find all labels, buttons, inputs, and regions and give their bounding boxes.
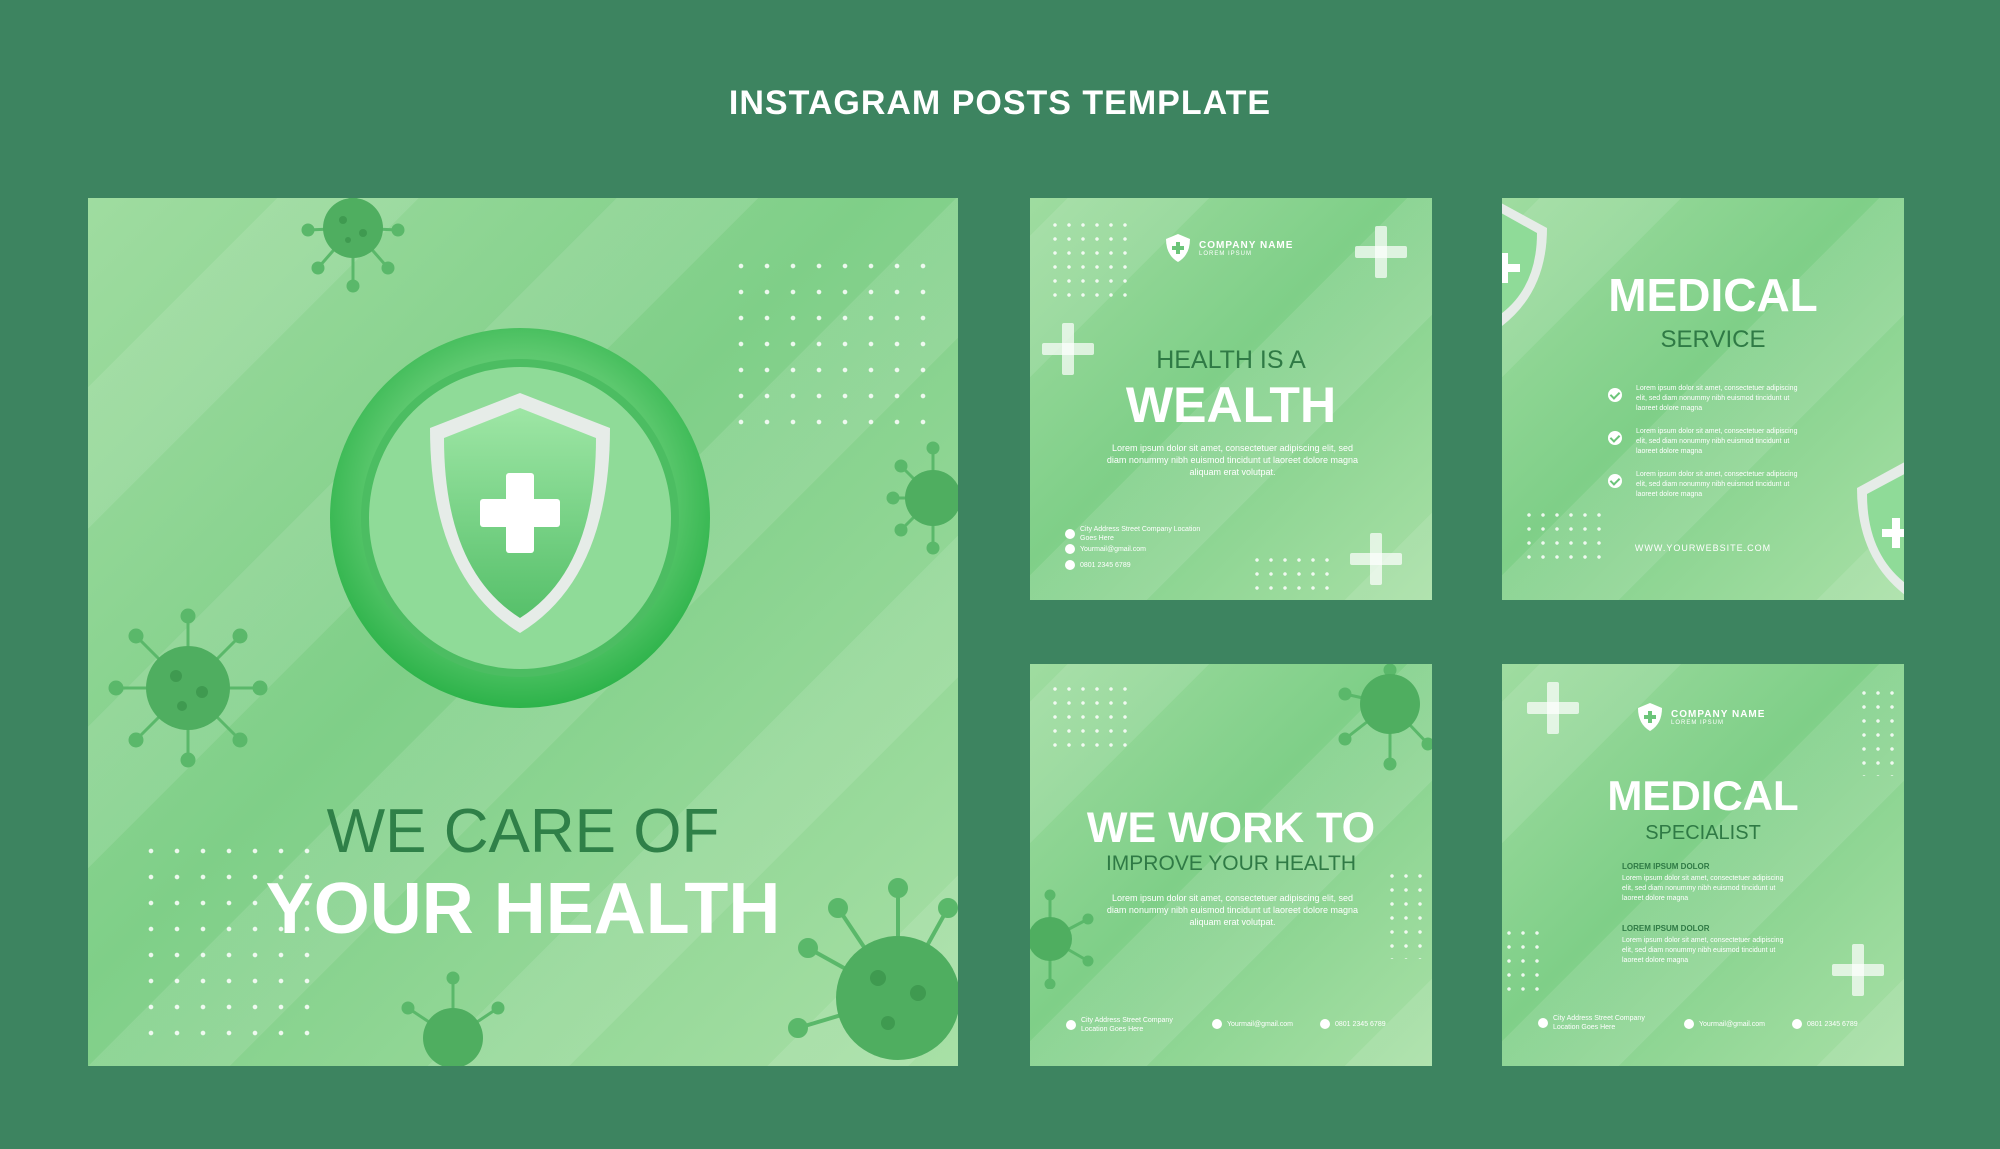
plus-icon <box>1350 533 1402 585</box>
post-medical-specialist[interactable]: COMPANY NAME LOREM IPSUM MEDICAL SPECIAL… <box>1502 664 1904 1066</box>
dot-grid <box>1385 869 1430 959</box>
contact-address: City Address Street Company Location Goe… <box>1538 1014 1673 1032</box>
location-icon <box>1538 1018 1548 1028</box>
shield-icon <box>1638 703 1662 731</box>
post-we-work[interactable]: WE WORK TO IMPROVE YOUR HEALTH Lorem ips… <box>1030 664 1432 1066</box>
shield-plus-icon <box>330 328 710 708</box>
post-title: WE WORK TO <box>1086 804 1376 852</box>
dot-grid <box>1250 553 1330 593</box>
post-subtitle: IMPROVE YOUR HEALTH <box>1105 852 1357 875</box>
location-icon <box>1066 1020 1076 1030</box>
virus-icon <box>108 608 268 768</box>
company-logo: COMPANY NAME LOREM IPSUM <box>1637 702 1765 732</box>
mail-icon <box>1065 544 1075 554</box>
mail-icon <box>1212 1019 1222 1029</box>
plus-icon <box>1527 682 1579 734</box>
post-health-wealth[interactable]: COMPANY NAME LOREM IPSUM HEALTH IS A WEA… <box>1030 198 1432 600</box>
virus-icon <box>1338 664 1432 771</box>
plus-icon <box>1355 226 1407 278</box>
post-subtitle: SPECIALIST <box>1645 822 1761 844</box>
contact-address: City Address Street Company Location Goe… <box>1065 525 1215 543</box>
contact-email: Yourmail@gmail.com <box>1065 544 1146 554</box>
post-medical-service[interactable]: MEDICAL SERVICE Lorem ipsum dolor sit am… <box>1502 198 1904 600</box>
section-heading: LOREM IPSUM DOLOR <box>1622 862 1710 871</box>
check-icon <box>1608 388 1622 402</box>
post-subtitle: HEALTH IS A <box>1156 346 1306 374</box>
company-tagline: LOREM IPSUM <box>1671 719 1725 726</box>
mail-icon <box>1684 1019 1694 1029</box>
phone-icon <box>1065 560 1075 570</box>
virus-icon <box>401 971 505 1066</box>
headline-line1: WE CARE OF <box>326 797 720 866</box>
dot-grid <box>728 253 928 443</box>
phone-icon <box>1320 1019 1330 1029</box>
page-title: INSTAGRAM POSTS TEMPLATE <box>728 84 1272 122</box>
company-logo: COMPANY NAME LOREM IPSUM <box>1165 233 1293 263</box>
company-name: COMPANY NAME <box>1671 708 1766 720</box>
post-title: MEDICAL <box>1608 269 1818 321</box>
website-link[interactable]: WWW.YOURWEBSITE.COM <box>1502 543 1904 553</box>
contact-phone: 0801 2345 6789 <box>1320 1019 1386 1029</box>
section-heading: LOREM IPSUM DOLOR <box>1622 924 1710 933</box>
contact-email: Yourmail@gmail.com <box>1684 1019 1765 1029</box>
virus-icon <box>1030 889 1094 989</box>
service-item: Lorem ipsum dolor sit amet, consectetuer… <box>1636 428 1798 455</box>
service-item: Lorem ipsum dolor sit amet, consectetuer… <box>1636 385 1798 412</box>
contact-phone: 0801 2345 6789 <box>1065 560 1131 570</box>
post-we-care[interactable]: WE CARE OF YOUR HEALTH <box>88 198 958 1066</box>
service-item: Lorem ipsum dolor sit amet, consectetuer… <box>1636 471 1798 498</box>
company-name: COMPANY NAME <box>1199 239 1294 251</box>
shield-plus-icon <box>1857 462 1904 595</box>
plus-icon <box>1832 944 1884 996</box>
contact-phone: 0801 2345 6789 <box>1792 1019 1858 1029</box>
company-tagline: LOREM IPSUM <box>1199 250 1253 257</box>
contact-address: City Address Street Company Location Goe… <box>1066 1016 1201 1034</box>
section-body: Lorem ipsum dolor sit amet, consectetuer… <box>1622 937 1784 964</box>
post-subtitle: SERVICE <box>1660 326 1766 353</box>
virus-icon <box>886 441 958 555</box>
headline-line2: YOUR HEALTH <box>265 869 781 949</box>
post-title: WEALTH <box>1125 377 1337 433</box>
contact-email: Yourmail@gmail.com <box>1212 1019 1293 1029</box>
dot-grid <box>1502 926 1547 996</box>
check-icon <box>1608 431 1622 445</box>
dot-grid <box>1048 682 1128 752</box>
check-icon <box>1608 474 1622 488</box>
dot-grid <box>1857 686 1902 776</box>
post-body: Lorem ipsum dolor sit amet, consectetuer… <box>1106 893 1359 927</box>
phone-icon <box>1792 1019 1802 1029</box>
post-body: Lorem ipsum dolor sit amet, consectetuer… <box>1106 443 1359 477</box>
location-icon <box>1065 529 1075 539</box>
shield-icon <box>1166 234 1190 262</box>
virus-icon <box>301 198 405 293</box>
section-body: Lorem ipsum dolor sit amet, consectetuer… <box>1622 875 1784 902</box>
dot-grid <box>1048 218 1128 298</box>
post-title: MEDICAL <box>1607 772 1799 819</box>
dot-grid <box>1522 508 1602 568</box>
